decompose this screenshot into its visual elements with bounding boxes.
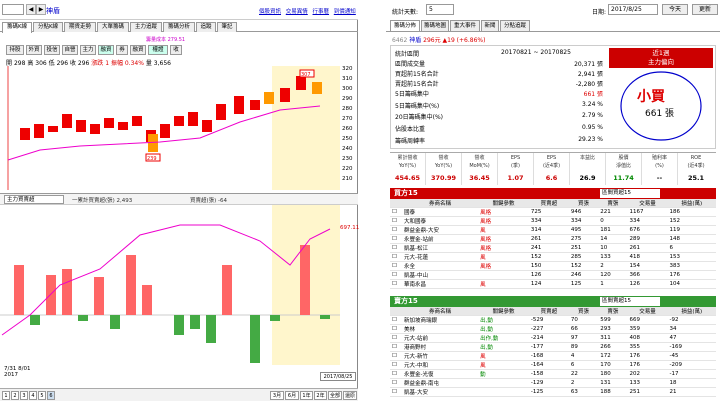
prev-stock-icon[interactable]: ◀: [26, 4, 36, 15]
btn-dealer[interactable]: 自營: [62, 45, 78, 55]
tab-main-force[interactable]: 主力追蹤: [130, 22, 162, 32]
stock-header: 6462 神盾 296元 ▲19 (+6.86%): [392, 37, 486, 44]
table-row: ☐ 國泰 風格 725 946 221 1167 186: [390, 207, 716, 217]
table-row: ☐ 永豐金-光復動 -158 22 180 202 -17: [390, 369, 716, 379]
table-row: ☐ 華南永昌風 124 125 1 126 104: [390, 279, 716, 289]
trend-badge: 近1週 主力偏向: [609, 48, 713, 68]
link-trade-anomaly[interactable]: 交易異情: [286, 9, 308, 15]
table-row: ☐ 凱基-大安 -125 63 188 251 21: [390, 387, 716, 397]
buy-select[interactable]: 區間買超15: [600, 189, 660, 198]
table-row: ☐ 永豐金-站前 風格 261 275 14 289 148: [390, 234, 716, 244]
tab-chip-analysis[interactable]: 籌碼分析: [163, 22, 195, 32]
svg-text:239: 239: [147, 156, 157, 162]
count-label: 統計天數:: [392, 9, 419, 16]
table-row: ☐ 永全 風格 150 152 2 154 383: [390, 261, 716, 271]
tab-branch-track[interactable]: 分點追蹤: [500, 20, 530, 31]
series2-label: 買賣超(張) -64: [190, 198, 228, 204]
link-stock-info[interactable]: 個股資訊: [259, 9, 281, 15]
table-row: ☐ 元大-站前 出作,動 -214 97 311 408 47: [390, 333, 716, 343]
annotation-circle: [620, 71, 702, 141]
vol-axis-value: 697.11: [340, 225, 360, 231]
table-row: ☐ 元大-新竹風 -168 4 172 176 -45: [390, 351, 716, 361]
page-5[interactable]: 5: [38, 391, 46, 400]
table-row: ☐ 港商野村 出,動 -177 89 266 355 -169: [390, 342, 716, 352]
tab-branch-kline[interactable]: 分點K線: [33, 22, 63, 32]
sell-section-header: 賣方15 區間賣超15: [390, 296, 716, 307]
stock-name: 神盾: [46, 7, 60, 15]
buy-section-header: 買方15 區間買超15: [390, 188, 716, 199]
tab-notes[interactable]: 筆記: [217, 22, 237, 32]
buy-table: 券商名稱 關鍵參數 買賣超 買張 賣張 交易量 損益(萬) ☐ 國泰 風格 725 946 221 11…: [390, 199, 716, 289]
date-label: 日期:: [592, 9, 607, 16]
link-calendar[interactable]: 行事曆: [313, 9, 330, 15]
chip-summary: 統計區間 20170821 ~ 20170825 區間成交量 20,371 張 …: [390, 45, 716, 149]
series1-label: 一累計買賣超(張) 2,493: [72, 198, 133, 204]
refresh-button[interactable]: 更新: [692, 4, 718, 15]
today-button[interactable]: 今天: [662, 4, 688, 15]
page-1[interactable]: 1: [2, 391, 10, 400]
btn-close[interactable]: 收: [170, 45, 182, 55]
table-row: ☐ 群益金鼎-大安風 314 495 181 676 119: [390, 225, 716, 235]
stock-code-input[interactable]: [2, 4, 24, 15]
tab-futures[interactable]: 期貨走勢: [64, 22, 96, 32]
link-price-alert[interactable]: 到價通知: [334, 9, 356, 15]
page-2[interactable]: 2: [11, 391, 19, 400]
adjust-button[interactable]: 還原: [343, 391, 357, 400]
indicator-select[interactable]: 主力買賣超: [4, 195, 64, 204]
next-stock-icon[interactable]: ▶: [36, 4, 46, 15]
btn-warrant[interactable]: 權證: [148, 45, 168, 55]
btn-holding[interactable]: 持股: [6, 45, 24, 55]
tab-news[interactable]: 新聞: [481, 20, 499, 31]
sell-select[interactable]: 區間賣超15: [600, 297, 660, 306]
page-4[interactable]: 4: [29, 391, 37, 400]
date-input[interactable]: 2017/8/25: [608, 4, 658, 15]
period-2y[interactable]: 2年: [314, 391, 327, 400]
main-force-chart: [0, 205, 340, 365]
stock-toolbar: ◀ ▶ 神盾 個股資訊 交易異情 行事曆 到價通知: [0, 0, 358, 20]
tab-track[interactable]: 追蹤: [196, 22, 216, 32]
btn-main-force[interactable]: 主力: [80, 45, 96, 55]
date-axis: 7/31 8/01 2017: [4, 366, 31, 378]
chart-tabs: 籌碼K線 分點K線 期貨走勢 大單籌碼 主力追蹤 籌碼分析 追蹤 筆記: [0, 20, 358, 33]
count-select[interactable]: 5: [426, 4, 454, 15]
table-row: ☐ 凱基-中山 126 246 120 366 176: [390, 270, 716, 280]
table-row: ☐ 群益金鼎-南屯 -129 2 131 133 18: [390, 378, 716, 388]
tab-major-events[interactable]: 重大事件: [450, 20, 480, 31]
period-1y[interactable]: 1年: [300, 391, 313, 400]
tab-chip-kline[interactable]: 籌碼K線: [2, 22, 32, 33]
period-3m[interactable]: 3月: [270, 391, 284, 400]
chip-kline-panel: ◀ ▶ 神盾 個股資訊 交易異情 行事曆 到價通知 籌碼K線 分點K線 期貨走勢…: [0, 0, 360, 401]
btn-margin-2[interactable]: 融資: [130, 45, 146, 55]
table-row: ☐ 元大-中和風 -164 6 170 176 -209: [390, 360, 716, 370]
tab-chip-distribution[interactable]: 籌碼分佈: [390, 20, 420, 31]
btn-margin[interactable]: 融資: [98, 45, 114, 55]
page-6[interactable]: 6: [47, 391, 55, 400]
btn-trust[interactable]: 投信: [44, 45, 60, 55]
tab-chip-map[interactable]: 籌碼地圖: [421, 20, 449, 31]
current-date-box: 2017/08/25: [320, 372, 356, 381]
table-row: ☐ 元大-花蓮風 152 285 133 418 153: [390, 252, 716, 262]
period-all[interactable]: 全部: [328, 391, 342, 400]
fundamentals-row: 累計營收 YoY(%) 454.65 營收 YoY(%) 370.99 營收 MoM(%)…: [390, 152, 716, 186]
period-6m[interactable]: 6月: [285, 391, 299, 400]
btn-short[interactable]: 券: [116, 45, 128, 55]
indicator-bar: 主力買賣超 一累計買賣超(張) 2,493 買賣超(張) -64: [0, 193, 358, 205]
bottom-bar: 1 2 3 4 5 6 3月 6月 1年 2年 全部 還原: [0, 388, 358, 401]
price-candlestick-chart: 307 239: [7, 66, 340, 190]
table-row: ☐ 大和國泰 風格 334 334 0 334 152: [390, 216, 716, 226]
page-3[interactable]: 3: [20, 391, 28, 400]
svg-text:307: 307: [301, 72, 311, 78]
top-links: 個股資訊 交易異情 行事曆 到價通知: [256, 7, 356, 15]
price-axis: 320 310 300 290 280 270 260 250 240 230 …: [342, 66, 353, 182]
table-row: ☐ 凱基-松江 風格 241 251 10 261 6: [390, 243, 716, 253]
table-row: ☐ 新加坡商瑞銀 出,動 -529 70 599 669 -92: [390, 315, 716, 325]
table-row: ☐ 美林 出,動 -227 66 293 359 34: [390, 324, 716, 334]
sell-table: 券商名稱 關鍵參數 買賣超 買張 賣張 交易量 損益(萬) ☐ 新加坡商瑞銀 出,動 -529 70…: [390, 307, 716, 397]
cost-note: 籌量成本 279.51: [146, 37, 186, 43]
btn-foreign[interactable]: 外資: [26, 45, 42, 55]
tab-big-orders[interactable]: 大單籌碼: [97, 22, 129, 32]
